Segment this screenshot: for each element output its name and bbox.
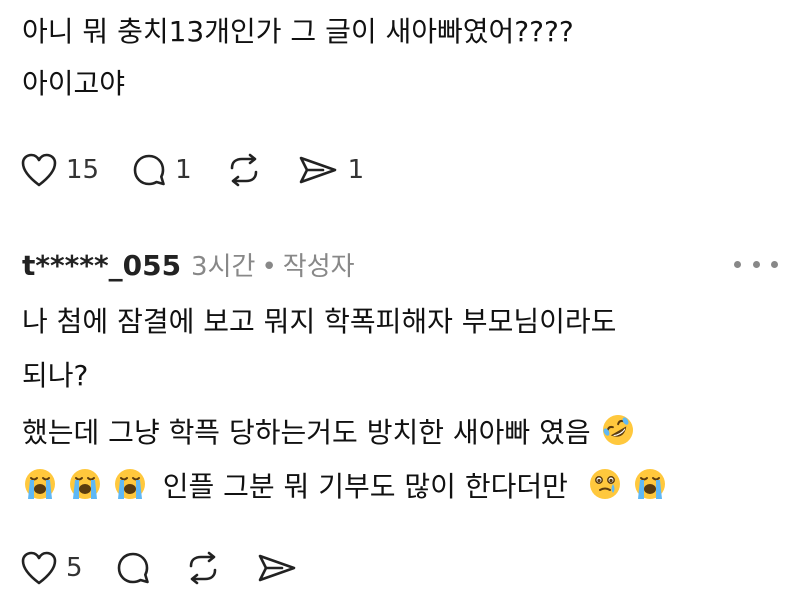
more-dot — [752, 260, 760, 268]
repost-button[interactable] — [224, 152, 264, 188]
reply-text-line-1: 나 첨에 잠결에 보고 뭐지 학폭피해자 부모님이라도 — [22, 305, 617, 338]
rolling-laughing-emoji — [602, 415, 633, 445]
loudly-crying-emoji — [69, 469, 100, 499]
face-holding-back-tears-emoji — [589, 469, 620, 499]
reply-text-line-4-row: 인플 그분 뭐 기부도 많이 한다더만 — [22, 466, 668, 505]
post-text-line-2: 아이고야 — [22, 67, 126, 100]
reply-text-line-2: 되나? — [22, 359, 89, 392]
send-icon — [258, 554, 295, 582]
like-count: 15 — [66, 155, 100, 185]
loudly-crying-emoji — [634, 469, 665, 499]
loudly-crying-emoji — [114, 469, 145, 499]
share-button[interactable]: 1 — [296, 152, 365, 188]
repost-icon — [189, 551, 216, 585]
reply-like-count: 5 — [66, 553, 83, 583]
loudly-crying-emoji — [25, 469, 55, 499]
more-dot — [771, 260, 778, 268]
author-badge: 작성자 — [282, 252, 355, 282]
reply-header: t*****_055 3시간 • 작성자 — [22, 246, 355, 282]
reply-text-line-3: 했는데 그냥 학픅 당하는거도 방치한 새아빠 였음 — [22, 416, 591, 449]
heart-icon — [21, 153, 57, 187]
post-text-line-1: 아니 뭐 충치13개인가 그 글이 새아빠였어???? — [22, 15, 574, 48]
separator-dot: • — [261, 252, 277, 282]
post-action-bar: 15 1 1 — [20, 150, 396, 190]
reply-share-button[interactable] — [255, 550, 299, 586]
heart-icon — [21, 551, 57, 585]
comment-count: 1 — [175, 155, 192, 185]
share-count: 1 — [347, 155, 365, 185]
reply-action-bar: 5 — [20, 548, 331, 588]
more-options-button[interactable] — [734, 250, 778, 278]
reply-repost-button[interactable] — [183, 550, 223, 586]
comment-bubble-icon — [117, 552, 149, 584]
like-button[interactable]: 15 — [20, 152, 99, 188]
reply-like-button[interactable]: 5 — [20, 550, 83, 586]
more-dot — [734, 260, 741, 268]
reply-comment-button[interactable] — [115, 550, 151, 586]
repost-icon — [230, 153, 257, 187]
reply-username[interactable]: t*****_055 — [22, 249, 181, 282]
reply-text-line-4: 인플 그분 뭐 기부도 많이 한다더만 — [162, 470, 568, 503]
send-icon — [299, 156, 336, 184]
reply-timestamp: 3시간 — [191, 252, 256, 282]
reply-text-line-3-row: 했는데 그냥 학픅 당하는거도 방치한 새아빠 였음 — [22, 412, 636, 451]
comment-bubble-icon — [133, 154, 165, 186]
comment-button[interactable]: 1 — [131, 152, 192, 188]
